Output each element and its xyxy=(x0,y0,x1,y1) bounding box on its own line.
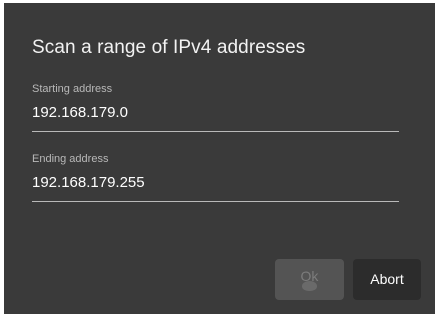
starting-address-label: Starting address xyxy=(32,83,113,95)
ending-address-field[interactable]: Ending address xyxy=(32,153,399,202)
starting-address-field[interactable]: Starting address xyxy=(32,83,399,132)
ok-button[interactable]: Ok xyxy=(275,259,344,300)
scan-dialog: Scan a range of IPv4 addresses Starting … xyxy=(4,3,435,314)
ending-address-input[interactable] xyxy=(32,174,392,191)
dialog-title: Scan a range of IPv4 addresses xyxy=(32,37,306,58)
abort-button[interactable]: Abort xyxy=(353,259,421,300)
starting-address-input[interactable] xyxy=(32,104,392,121)
ok-button-label: Ok xyxy=(300,268,319,284)
ending-address-label: Ending address xyxy=(32,153,109,165)
